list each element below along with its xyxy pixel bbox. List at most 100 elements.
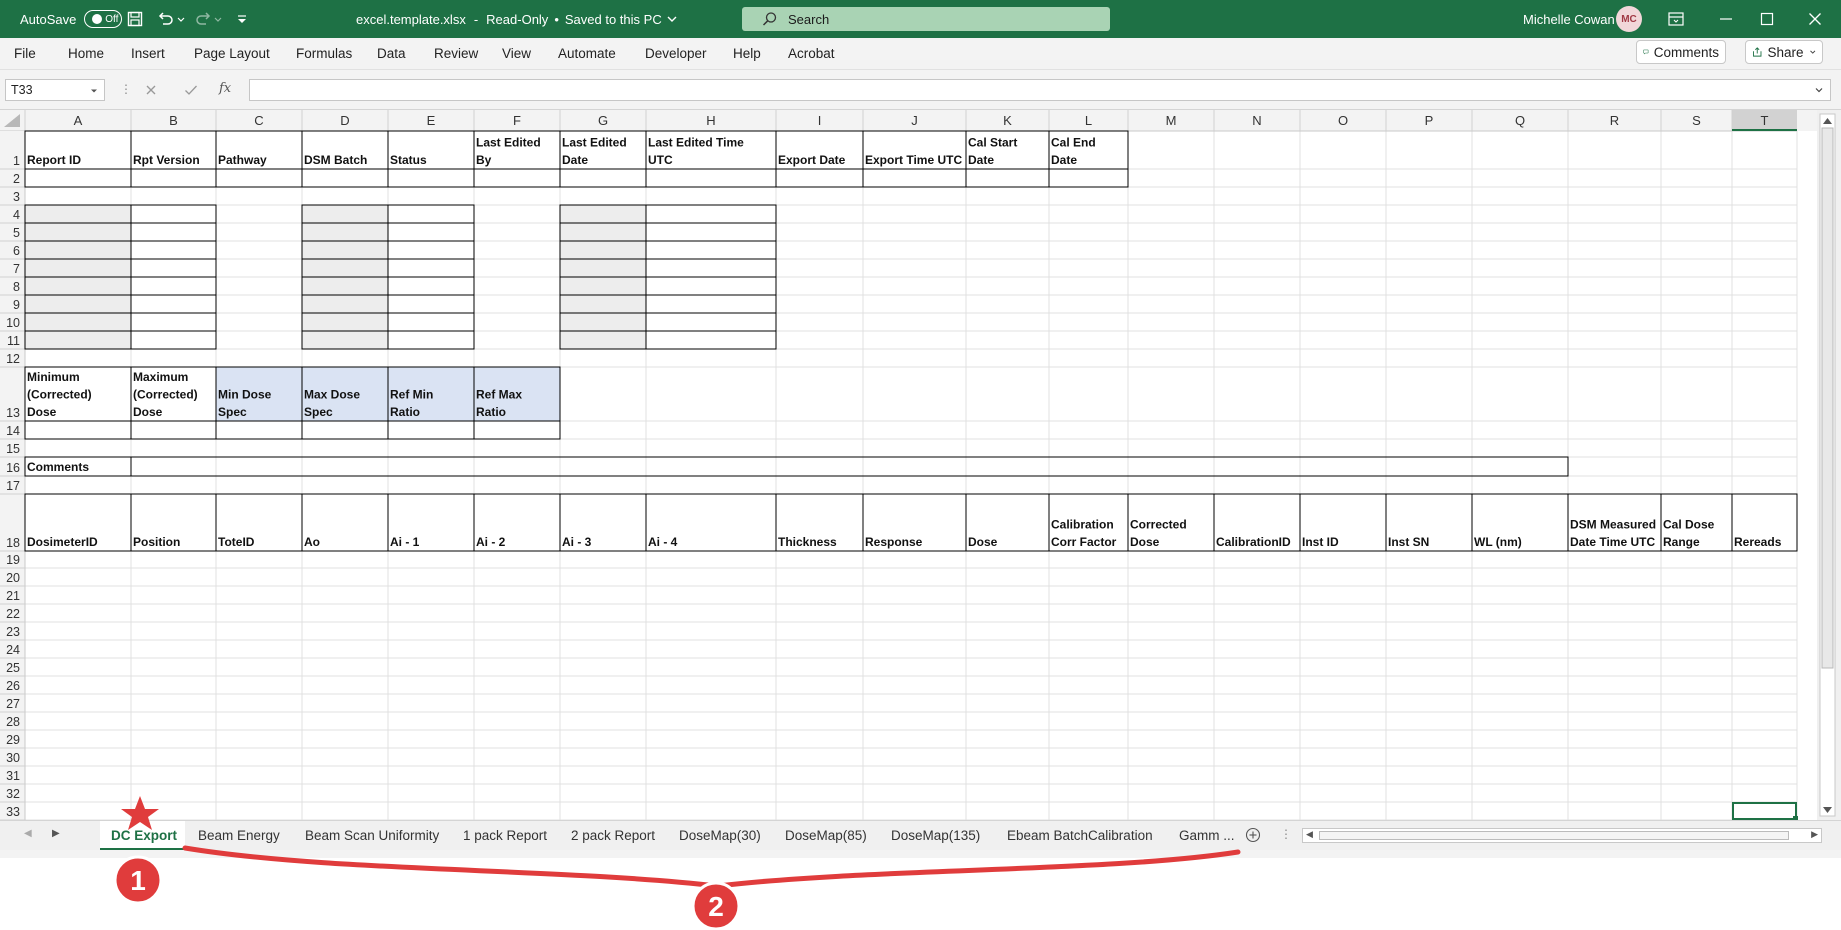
worksheet-grid[interactable]: A B C D E F G H I J K L M N O P Q R S T12345678910111213141… — [0, 110, 1841, 820]
row-header-2[interactable]: 2 — [13, 172, 20, 186]
row-header-12[interactable]: 12 — [6, 352, 20, 366]
formula-bar: T33 ⋮ fx — [0, 70, 1841, 110]
row-header-23[interactable]: 23 — [6, 625, 20, 639]
minimize-icon[interactable] — [1719, 0, 1733, 38]
menu-acrobat[interactable]: Acrobat — [788, 46, 835, 61]
column-header-c[interactable]: C — [254, 113, 263, 128]
autosave-toggle[interactable]: Off — [84, 10, 123, 28]
column-header-q[interactable]: Q — [1515, 113, 1525, 128]
menu-automate[interactable]: Automate — [558, 46, 616, 61]
cell-header-row13: Max Dose — [304, 388, 360, 402]
column-header-p[interactable]: P — [1425, 113, 1434, 128]
row-header-18[interactable]: 18 — [6, 536, 20, 550]
close-icon[interactable] — [1808, 0, 1822, 38]
column-header-l[interactable]: L — [1085, 113, 1092, 128]
row-header-25[interactable]: 25 — [6, 661, 20, 675]
row-header-15[interactable]: 15 — [6, 442, 20, 456]
row-header-14[interactable]: 14 — [6, 424, 20, 438]
row-header-7[interactable]: 7 — [13, 262, 20, 276]
row-header-4[interactable]: 4 — [13, 208, 20, 222]
cell-header-row18: Cal Dose — [1663, 518, 1715, 532]
cell-header-row18: Inst SN — [1388, 535, 1429, 549]
column-header-a[interactable]: A — [74, 113, 83, 128]
row-header-1[interactable]: 1 — [13, 154, 20, 168]
column-header-n[interactable]: N — [1252, 113, 1261, 128]
column-header-b[interactable]: B — [169, 113, 178, 128]
row-header-11[interactable]: 11 — [7, 334, 20, 348]
column-header-g[interactable]: G — [598, 113, 608, 128]
column-header-s[interactable]: S — [1692, 113, 1701, 128]
menu-insert[interactable]: Insert — [131, 46, 165, 61]
maximize-icon[interactable] — [1760, 0, 1774, 38]
cell-header-row18: Date Time UTC — [1570, 535, 1655, 549]
row-header-27[interactable]: 27 — [6, 697, 20, 711]
row-header-16[interactable]: 16 — [6, 461, 20, 475]
row-header-24[interactable]: 24 — [6, 643, 20, 657]
menu-file[interactable]: File — [14, 46, 36, 61]
row-header-20[interactable]: 20 — [6, 571, 20, 585]
cell-header-row18: ToteID — [218, 535, 255, 549]
row-header-19[interactable]: 19 — [6, 553, 20, 567]
read-only-status: Read-Only — [486, 11, 549, 27]
user-name[interactable]: Michelle Cowan — [1523, 0, 1615, 38]
column-header-o[interactable]: O — [1338, 113, 1348, 128]
menu-data[interactable]: Data — [377, 46, 406, 61]
menu-help[interactable]: Help — [733, 46, 761, 61]
cell-header-row18: Dose — [968, 535, 998, 549]
name-box[interactable]: T33 — [5, 79, 105, 101]
cell-header-row13: Ratio — [476, 405, 506, 419]
row-header-9[interactable]: 9 — [13, 298, 20, 312]
column-header-h[interactable]: H — [706, 113, 715, 128]
formula-input[interactable] — [249, 79, 1831, 101]
column-header-r[interactable]: R — [1610, 113, 1619, 128]
row-header-10[interactable]: 10 — [6, 316, 20, 330]
column-header-j[interactable]: J — [911, 113, 918, 128]
menu-view[interactable]: View — [502, 46, 531, 61]
expand-formula-icon[interactable] — [1814, 85, 1824, 95]
undo-icon[interactable] — [157, 0, 185, 38]
cancel-icon[interactable] — [145, 84, 157, 96]
row-header-6[interactable]: 6 — [13, 244, 20, 258]
column-header-i[interactable]: I — [818, 113, 822, 128]
comments-button[interactable]: Comments — [1636, 40, 1726, 64]
avatar-wrap[interactable]: MC — [1616, 0, 1642, 38]
column-header-m[interactable]: M — [1166, 113, 1177, 128]
column-header-t[interactable]: T — [1761, 113, 1769, 128]
column-header-k[interactable]: K — [1003, 113, 1012, 128]
save-icon[interactable] — [127, 0, 143, 38]
row-header-26[interactable]: 26 — [6, 679, 20, 693]
share-button[interactable]: Share — [1745, 40, 1823, 64]
chevron-down-icon — [91, 89, 97, 93]
row-header-17[interactable]: 17 — [6, 479, 20, 493]
row-header-30[interactable]: 30 — [6, 751, 20, 765]
ribbon-display-icon[interactable] — [1668, 0, 1684, 38]
menu-home[interactable]: Home — [68, 46, 104, 61]
autosave-label: AutoSave — [20, 11, 77, 27]
redo-icon[interactable] — [196, 0, 224, 38]
row-header-28[interactable]: 28 — [6, 715, 20, 729]
menu-formulas[interactable]: Formulas — [296, 46, 352, 61]
row-header-13[interactable]: 13 — [6, 406, 20, 420]
column-header-f[interactable]: F — [513, 113, 521, 128]
vertical-scrollbar-thumb[interactable] — [1821, 127, 1834, 669]
menu-review[interactable]: Review — [434, 46, 478, 61]
row-header-29[interactable]: 29 — [6, 733, 20, 747]
customize-quick-access-icon[interactable] — [236, 0, 248, 38]
row-header-22[interactable]: 22 — [6, 607, 20, 621]
menu-developer[interactable]: Developer — [645, 46, 707, 61]
search-box[interactable]: Search — [742, 7, 1110, 31]
row-header-8[interactable]: 8 — [13, 280, 20, 294]
document-title[interactable]: excel.template.xlsx - Read-Only • Saved … — [356, 0, 678, 38]
row-header-21[interactable]: 21 — [6, 589, 20, 603]
cell-header-row1: Cal Start — [968, 136, 1017, 150]
column-header-e[interactable]: E — [427, 113, 436, 128]
enter-check-icon[interactable] — [184, 84, 198, 96]
row-header-3[interactable]: 3 — [13, 190, 20, 204]
comments-label: Comments — [1653, 44, 1719, 60]
menu-page-layout[interactable]: Page Layout — [194, 46, 270, 61]
insert-function-icon[interactable]: fx — [219, 81, 231, 96]
row-header-5[interactable]: 5 — [13, 226, 20, 240]
column-header-d[interactable]: D — [340, 113, 349, 128]
row-header-31[interactable]: 31 — [6, 769, 20, 783]
cell-header-row1: Cal End — [1051, 136, 1096, 150]
